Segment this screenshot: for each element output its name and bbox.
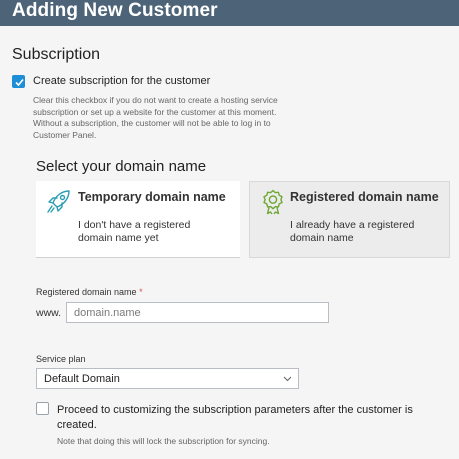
- desc-line: I don't have a registered: [78, 219, 191, 231]
- domain-name-placeholder: domain.name: [74, 307, 141, 319]
- proceed-customizing-checkbox[interactable]: [36, 402, 49, 415]
- registered-domain-label: Registered domain name *: [36, 287, 143, 297]
- service-plan-label: Service plan: [36, 354, 86, 364]
- desc-line: I already have a registered: [290, 219, 415, 231]
- hint-line: Clear this checkbox if you do not want t…: [33, 95, 278, 105]
- page-title: Adding New Customer: [12, 0, 218, 21]
- create-subscription-hint: Clear this checkbox if you do not want t…: [33, 95, 278, 141]
- temporary-domain-desc: I don't have a registered domain name ye…: [78, 219, 190, 244]
- temporary-domain-card[interactable]: Temporary domain name I don't have a reg…: [36, 181, 240, 258]
- rocket-icon: [47, 190, 70, 213]
- desc-line: domain name yet: [78, 231, 159, 244]
- domain-heading: Select your domain name: [36, 158, 207, 175]
- section-title-subscription: Subscription: [12, 46, 101, 63]
- registered-domain-card[interactable]: Registered domain name I already have a …: [249, 181, 450, 258]
- hint-line: Customer Panel.: [33, 129, 97, 140]
- award-badge-icon: [263, 189, 283, 215]
- proceed-note: Note that doing this will lock the subsc…: [57, 436, 270, 446]
- registered-domain-desc: I already have a registered domain name: [290, 219, 414, 244]
- registered-domain-label-text: Registered domain name: [36, 287, 137, 297]
- service-plan-select[interactable]: Default Domain: [36, 368, 299, 389]
- hint-line: Without a subscription, the customer wil…: [33, 118, 271, 129]
- proceed-label-line: Proceed to customizing the subscription …: [57, 404, 413, 416]
- checkmark-icon: [15, 78, 24, 87]
- temporary-domain-title: Temporary domain name: [78, 190, 226, 204]
- hint-line: subscription or set up a website for the…: [33, 106, 277, 117]
- desc-line: domain name: [290, 231, 354, 244]
- service-plan-value: Default Domain: [44, 373, 120, 385]
- required-mark: *: [139, 287, 143, 297]
- registered-domain-title: Registered domain name: [290, 190, 439, 204]
- create-subscription-checkbox[interactable]: [12, 75, 25, 88]
- create-subscription-label[interactable]: Create subscription for the customer: [33, 75, 210, 87]
- www-prefix: www.: [36, 307, 62, 319]
- chevron-down-icon: [283, 376, 292, 382]
- proceed-label-line: created.: [57, 419, 97, 431]
- proceed-customizing-label[interactable]: Proceed to customizing the subscription …: [57, 403, 413, 433]
- page-header: Adding New Customer: [0, 0, 459, 26]
- domain-name-input[interactable]: domain.name: [66, 302, 329, 323]
